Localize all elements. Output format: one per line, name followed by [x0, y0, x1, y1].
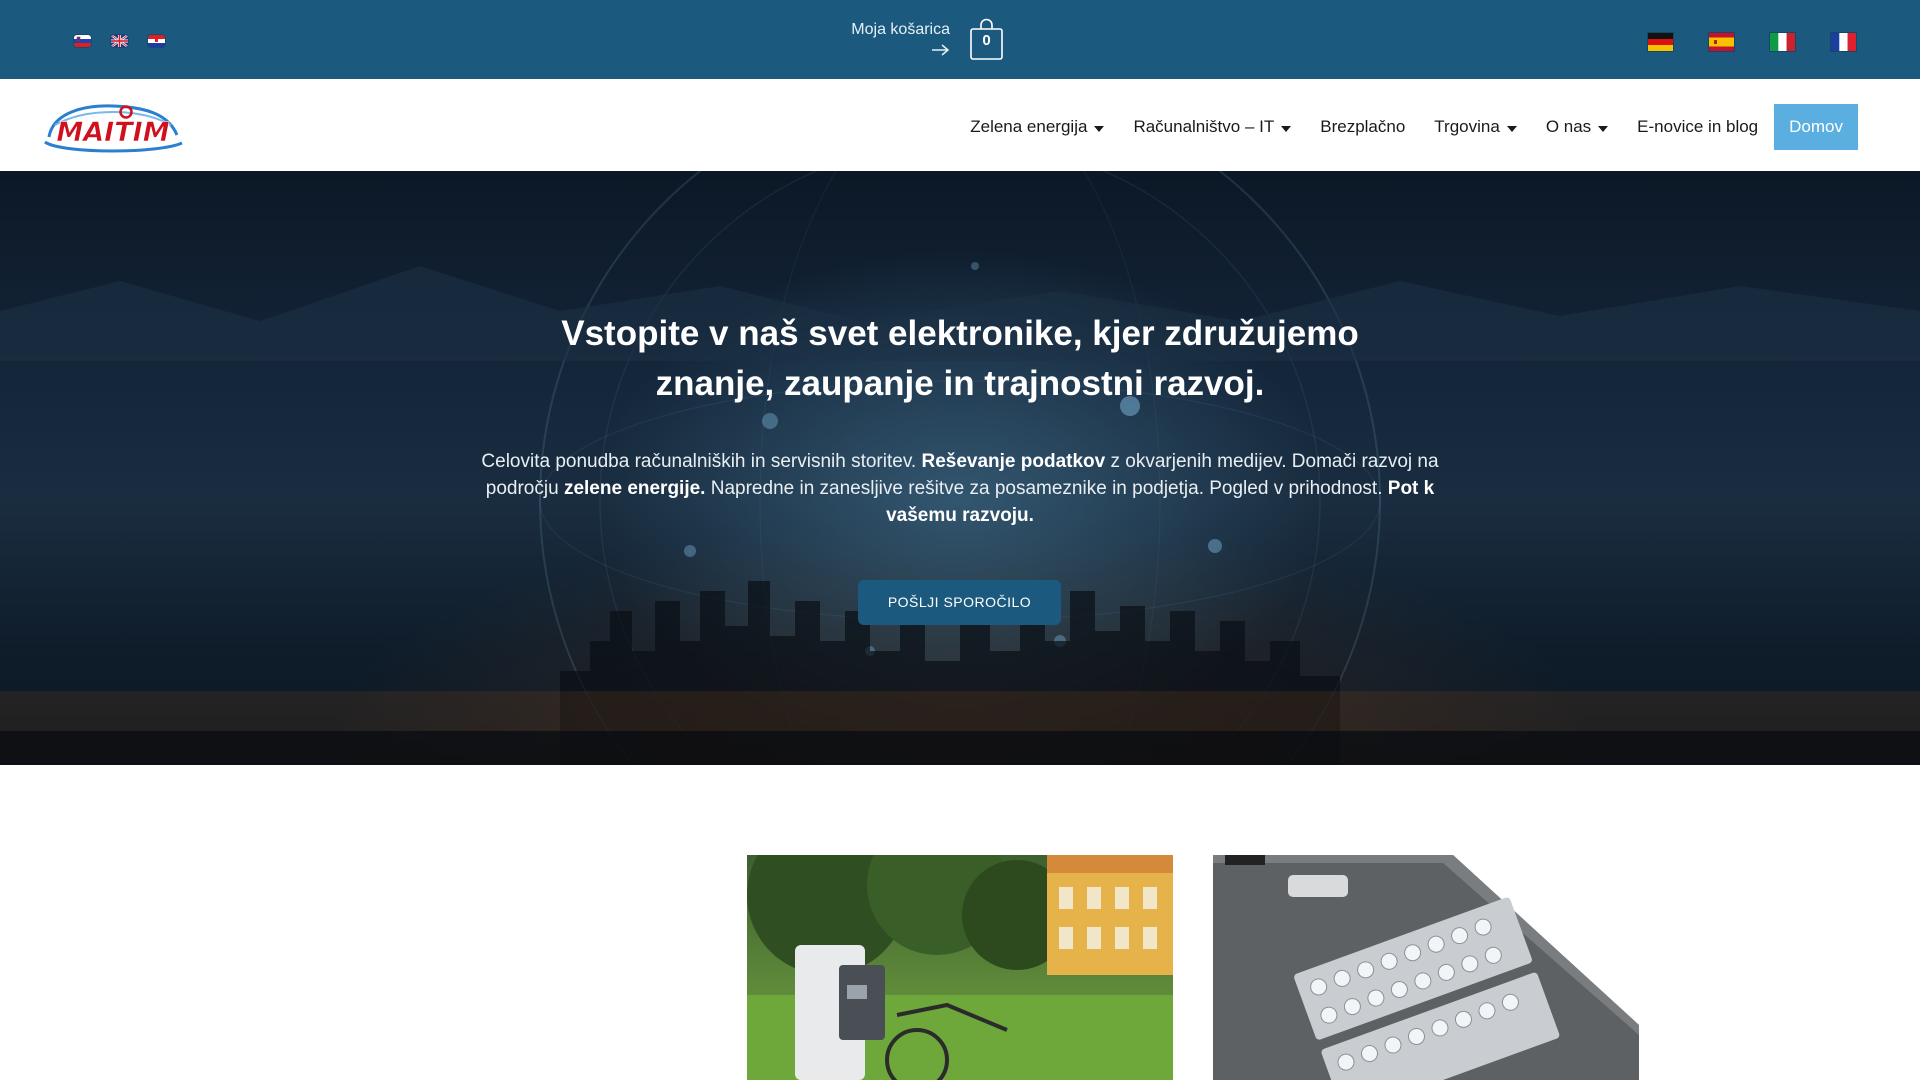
arrow-right-icon: [932, 44, 950, 56]
logo-text: MAITIM: [56, 117, 169, 148]
shopping-bag-icon[interactable]: 0: [970, 18, 1003, 60]
hero-desc-text-1: Celovita ponudba računalniških in servis…: [481, 451, 922, 472]
german-flag-icon[interactable]: [1648, 33, 1673, 51]
language-switcher-secondary: [1648, 33, 1856, 51]
nav-item-racunalnistvo-it[interactable]: Računalništvo – IT: [1133, 117, 1292, 137]
slovenian-flag-icon[interactable]: [74, 35, 91, 47]
hero-title-line-1: Vstopite v naš svet elektronike, kjer zd…: [561, 314, 1359, 353]
nav-item-brezplacno[interactable]: Brezplačno: [1320, 117, 1405, 137]
caret-down-icon: [1281, 125, 1292, 132]
caret-down-icon: [1598, 125, 1609, 132]
main-navigation: MAITIM Zelena energija Računalništvo – I…: [0, 79, 1920, 171]
card-led-street-light[interactable]: [1213, 855, 1639, 1080]
english-flag-icon[interactable]: [111, 35, 128, 47]
cart-label-group: Moja košarica: [848, 18, 950, 60]
nav-item-label: Brezplačno: [1320, 117, 1406, 136]
language-switcher: [74, 35, 165, 47]
nav-item-e-novice-blog[interactable]: E-novice in blog: [1637, 117, 1758, 137]
top-bar: Moja košarica 0: [0, 0, 1920, 79]
caret-down-icon: [1094, 125, 1105, 132]
led-street-light-photo: [1213, 855, 1639, 1080]
nav-item-trgovina[interactable]: Trgovina: [1434, 117, 1517, 137]
hero-desc-highlight-data-recovery: Reševanje podatkov: [921, 451, 1106, 472]
nav-item-domov[interactable]: Domov: [1774, 104, 1858, 150]
nav-item-label: Računalništvo – IT: [1133, 117, 1275, 136]
hero-desc-text-3: Napredne in zanesljive rešitve za posame…: [705, 478, 1388, 499]
cart-label: Moja košarica: [851, 21, 950, 38]
nav-item-o-nas[interactable]: O nas: [1545, 117, 1609, 137]
maitim-logo[interactable]: MAITIM: [43, 95, 183, 155]
spanish-flag-icon[interactable]: [1709, 33, 1734, 51]
nav-menu: Zelena energija Računalništvo – IT Brezp…: [941, 104, 1858, 150]
nav-item-label: Trgovina: [1434, 117, 1500, 136]
nav-item-label: O nas: [1545, 117, 1592, 136]
nav-item-label: E-novice in blog: [1637, 117, 1759, 136]
ev-charger-photo: [747, 855, 1173, 1080]
hero-title-line-2: znanje, zaupanje in trajnostni razvoj.: [655, 364, 1265, 403]
hero-title: Vstopite v naš svet elektronike, kjer zd…: [460, 309, 1460, 409]
italian-flag-icon[interactable]: [1770, 33, 1795, 51]
croatian-flag-icon[interactable]: [148, 35, 165, 47]
hero-section: Vstopite v naš svet elektronike, kjer zd…: [0, 171, 1920, 765]
nav-item-label: Zelena energija: [970, 117, 1088, 136]
cart-count: 0: [982, 32, 991, 49]
caret-down-icon: [1506, 125, 1517, 132]
french-flag-icon[interactable]: [1831, 33, 1856, 51]
card-ev-charging-station[interactable]: [747, 855, 1173, 1080]
hero-description: Celovita ponudba računalniških in servis…: [480, 448, 1440, 529]
cart-widget[interactable]: Moja košarica 0: [848, 18, 1003, 60]
nav-item-zelena-energija[interactable]: Zelena energija: [970, 117, 1105, 137]
hero-desc-highlight-green-energy: zelene energije.: [563, 478, 706, 499]
send-message-button[interactable]: POŠLJI SPOROČILO: [858, 580, 1061, 625]
